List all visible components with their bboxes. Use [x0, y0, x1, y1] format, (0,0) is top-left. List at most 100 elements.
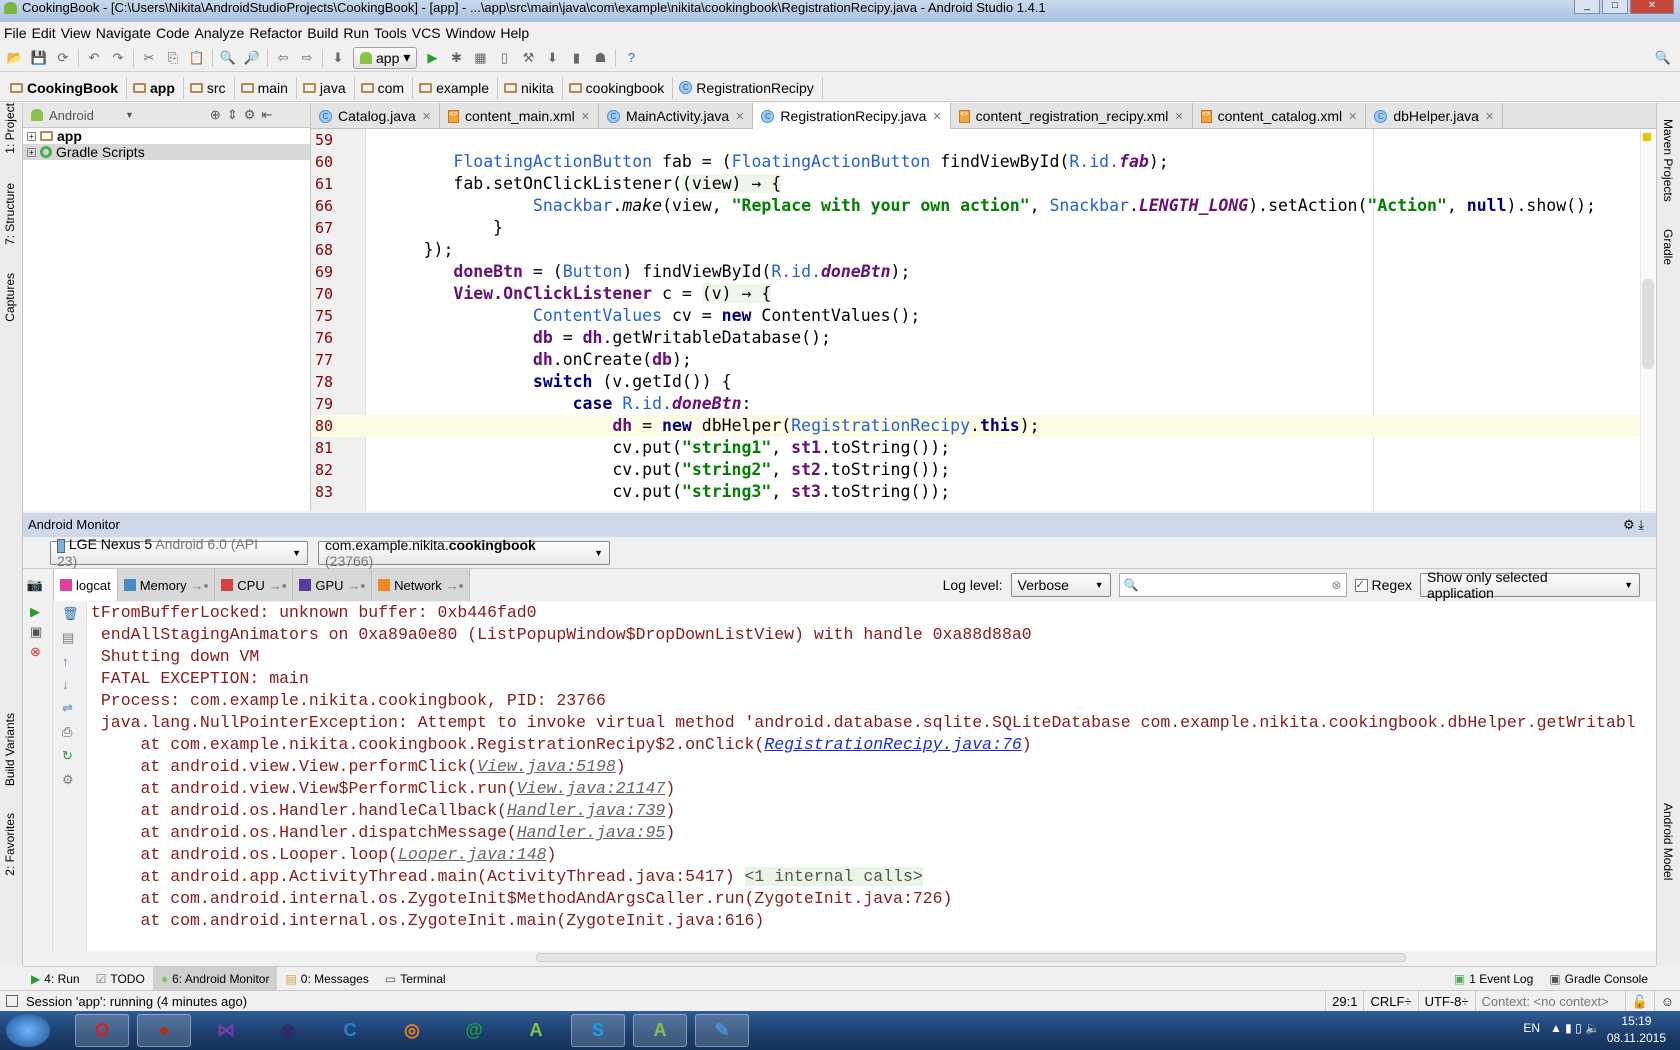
close-tab-icon[interactable]: ✕ [1348, 110, 1357, 123]
camera-icon[interactable]: 📷 [23, 577, 53, 593]
cut-icon[interactable]: ✂ [140, 49, 158, 67]
gear-icon[interactable]: ⚙ [244, 107, 256, 123]
menu-help[interactable]: Help [500, 23, 534, 43]
close-tab-icon[interactable]: ✕ [422, 110, 431, 123]
avd-manager-icon[interactable]: ▮ [567, 49, 585, 67]
tray-icons[interactable]: ▲ ▮ ▯ 🔈 [1550, 1021, 1600, 1035]
taskbar-app-game[interactable]: ● [137, 1014, 191, 1047]
up-arrow-icon[interactable]: ↑ [55, 650, 85, 673]
breadcrumb-main[interactable]: main [239, 76, 297, 99]
clear-search-icon[interactable]: ⊗ [1331, 578, 1341, 592]
monitor-tab-network[interactable]: Network →▪ [372, 569, 471, 601]
detach-icon[interactable]: →▪ [446, 578, 464, 593]
close-tab-icon[interactable]: ✕ [1174, 110, 1183, 123]
menu-file[interactable]: File [4, 23, 32, 43]
settings-icon[interactable]: ⚙ [55, 768, 85, 792]
breadcrumb-com[interactable]: com [359, 76, 414, 99]
save-icon[interactable]: 💾 [30, 49, 48, 67]
tab-catalog-java[interactable]: C Catalog.java ✕ [311, 103, 441, 129]
source-link[interactable]: Looper.java:148 [398, 845, 547, 864]
menu-code[interactable]: Code [156, 23, 194, 43]
sync-icon[interactable]: ⟳ [54, 49, 72, 67]
make-icon[interactable]: ⬇ [329, 49, 347, 67]
tool-window--android-monitor[interactable]: ● 6: Android Monitor [152, 966, 278, 991]
menu-view[interactable]: View [61, 23, 96, 43]
close-tab-icon[interactable]: ✕ [735, 110, 744, 123]
menu-tools[interactable]: Tools [374, 23, 412, 43]
taskbar-app-visual-studio[interactable]: ⋈ [199, 1014, 253, 1047]
close-button[interactable]: ✕ [1630, 0, 1674, 14]
terminate-icon[interactable]: ⊗ [23, 642, 52, 662]
logcat-output[interactable]: tFromBufferLocked: unknown buffer: 0xb44… [86, 602, 1656, 951]
scroll-end-icon[interactable]: ▤ [55, 626, 85, 650]
paste-icon[interactable]: 📋 [188, 49, 206, 67]
breadcrumb-src[interactable]: src [188, 76, 235, 99]
caret-position[interactable]: 29:1 [1325, 990, 1363, 1012]
project-view-selector[interactable]: Android [49, 108, 119, 123]
down-arrow-icon[interactable]: ↓ [55, 673, 85, 696]
close-tab-icon[interactable]: ✕ [581, 110, 590, 123]
close-tab-icon[interactable]: ✕ [1485, 110, 1494, 123]
breadcrumb-registrationrecipy[interactable]: C RegistrationRecipy [677, 76, 823, 99]
source-link[interactable]: View.java:21147 [517, 779, 666, 798]
source-link[interactable]: View.java:5198 [477, 757, 616, 776]
menu-navigate[interactable]: Navigate [96, 23, 156, 43]
tool-window--event-log[interactable]: ▣ 1 Event Log [1446, 967, 1541, 991]
expand-icon[interactable]: + [27, 147, 36, 157]
language-indicator[interactable]: EN [1523, 1021, 1540, 1035]
open-icon[interactable]: 📂 [6, 49, 24, 67]
taskbar-app-paint[interactable]: ✎ [695, 1014, 749, 1047]
tab-dbhelper-java[interactable]: CdbHelper.java ✕ [1366, 103, 1504, 129]
breadcrumb-nikita[interactable]: nikita [502, 76, 563, 99]
tab-content-main-xml[interactable]: <> content_main.xml ✕ [440, 103, 599, 129]
back-icon[interactable]: ⇦ [274, 49, 292, 67]
source-link[interactable]: Handler.java:739 [507, 801, 665, 820]
lock-icon[interactable]: 🔓 [1624, 990, 1654, 1012]
taskbar-app-mail[interactable]: @ [447, 1014, 501, 1047]
tab-content-catalog-xml[interactable]: <> content_catalog.xml ✕ [1193, 103, 1367, 129]
taskbar-app-skype[interactable]: S [571, 1014, 625, 1047]
tree-item-gradle-scripts[interactable]: + Gradle Scripts [23, 144, 310, 160]
tool-window-android-model[interactable]: Android Model [1661, 803, 1675, 880]
menu-edit[interactable]: Edit [32, 23, 61, 43]
start-button[interactable] [6, 1014, 50, 1047]
breadcrumb-cookingbook[interactable]: CookingBook [8, 76, 127, 99]
hide-panel-icon[interactable]: ⇤ [261, 107, 272, 123]
menu-run[interactable]: Run [343, 23, 374, 43]
replace-icon[interactable]: 🔎 [243, 49, 261, 67]
taskbar-app-opera[interactable]: O [75, 1014, 129, 1047]
source-link[interactable]: RegistrationRecipy.java:76 [764, 735, 1021, 754]
tool-window--messages[interactable]: ▤ 0: Messages [277, 967, 376, 991]
copy-icon[interactable]: ⎘ [164, 49, 182, 67]
menu-vcs[interactable]: VCS [412, 23, 446, 43]
log-level-select[interactable]: Verbose ▼ [1010, 573, 1111, 597]
taskbar-app-eclipse[interactable]: ◉ [261, 1014, 315, 1047]
detach-icon[interactable]: →▪ [348, 578, 366, 593]
sdk-manager-icon[interactable]: ⬇ [543, 49, 561, 67]
chevron-down-icon[interactable]: ▼ [125, 110, 134, 120]
source-link[interactable]: Handler.java:95 [517, 823, 666, 842]
detach-icon[interactable]: →▪ [269, 578, 287, 593]
monitor-tab-cpu[interactable]: CPU →▪ [215, 569, 294, 601]
device-selector[interactable]: LGE Nexus 5 Android 6.0 (API 23) ▼ [50, 536, 308, 569]
regex-checkbox[interactable]: ✓ [1354, 578, 1368, 592]
file-encoding[interactable]: UTF-8÷ [1417, 990, 1475, 1012]
taskbar-app-chrome-like[interactable]: C [323, 1014, 377, 1047]
process-selector[interactable]: com.example.nikita.cookingbook (23766) ▼ [318, 537, 610, 569]
breadcrumb-cookingbook[interactable]: cookingbook [567, 76, 674, 99]
toggle-tool-windows-icon[interactable] [6, 995, 18, 1007]
tool-window-captures[interactable]: Captures [3, 273, 17, 322]
tool-window-maven-projects[interactable]: Maven Projects [1661, 119, 1675, 202]
tool-window--run[interactable]: ▶ 4: Run [23, 967, 88, 991]
run-configuration-select[interactable]: app ▾ [353, 46, 418, 69]
tab-mainactivity-java[interactable]: C MainActivity.java ✕ [599, 103, 754, 129]
run-icon[interactable]: ▶ [23, 602, 52, 622]
monitor-tab-memory[interactable]: Memory →▪ [117, 569, 216, 601]
maximize-button[interactable]: □ [1602, 0, 1628, 14]
context-indicator[interactable]: Context: <no context> [1474, 990, 1625, 1012]
menu-window[interactable]: Window [446, 23, 501, 43]
menu-refactor[interactable]: Refactor [249, 23, 307, 43]
help-icon[interactable]: ? [622, 49, 640, 67]
breadcrumb-java[interactable]: java [301, 76, 355, 99]
tool-window-terminal[interactable]: ▭ Terminal [377, 967, 454, 991]
